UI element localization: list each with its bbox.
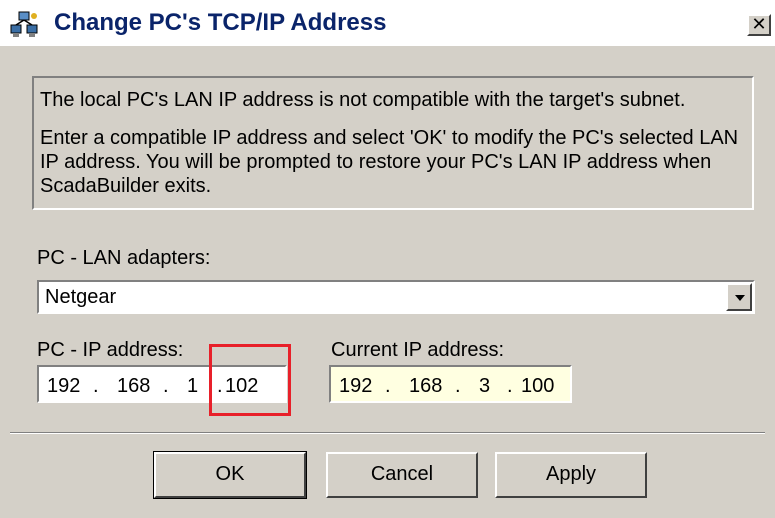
- current-ip-dot-1: .: [385, 375, 391, 397]
- dialog-title: Change PC's TCP/IP Address: [54, 9, 387, 36]
- cancel-button[interactable]: Cancel: [326, 452, 478, 498]
- network-icon: [10, 10, 40, 40]
- separator: [10, 432, 765, 434]
- close-button[interactable]: ✕: [747, 14, 771, 36]
- current-ip-dot-2: .: [455, 375, 461, 397]
- apply-button[interactable]: Apply: [495, 452, 647, 498]
- current-ip-label: Current IP address:: [331, 339, 505, 361]
- adapter-selected-value: Netgear: [45, 286, 117, 308]
- current-ip-octet-3: 3: [479, 375, 491, 397]
- pc-ip-octet-1[interactable]: 192: [47, 374, 80, 398]
- highlight-annotation-box: [209, 344, 291, 416]
- dialog-window: Change PC's TCP/IP Address ✕ The local P…: [0, 0, 775, 518]
- current-ip-octet-2: 168: [409, 375, 443, 397]
- close-icon: ✕: [751, 14, 767, 34]
- adapter-select[interactable]: Netgear: [37, 280, 755, 314]
- dropdown-button[interactable]: [726, 283, 752, 311]
- message-line-2: Enter a compatible IP address and select…: [40, 127, 739, 197]
- current-ip-dot-3: .: [507, 375, 513, 397]
- pc-ip-label: PC - IP address:: [37, 339, 184, 361]
- message-box: The local PC's LAN IP address is not com…: [32, 76, 754, 210]
- current-ip-octet-1: 192: [339, 375, 373, 397]
- adapters-label: PC - LAN adapters:: [37, 247, 211, 269]
- message-line-1: The local PC's LAN IP address is not com…: [40, 89, 686, 111]
- title-bar: Change PC's TCP/IP Address ✕: [0, 0, 775, 46]
- ok-button[interactable]: OK: [153, 451, 307, 499]
- pc-ip-octet-2[interactable]: 168: [117, 374, 150, 398]
- pc-ip-octet-3[interactable]: 1: [187, 374, 198, 398]
- current-ip-octet-4: 100: [521, 375, 555, 397]
- chevron-down-icon: [735, 295, 745, 301]
- pc-ip-dot-2: .: [163, 375, 169, 397]
- current-ip-address-field: 192 . 168 . 3 . 100: [329, 365, 572, 403]
- pc-ip-dot-1: .: [93, 375, 99, 397]
